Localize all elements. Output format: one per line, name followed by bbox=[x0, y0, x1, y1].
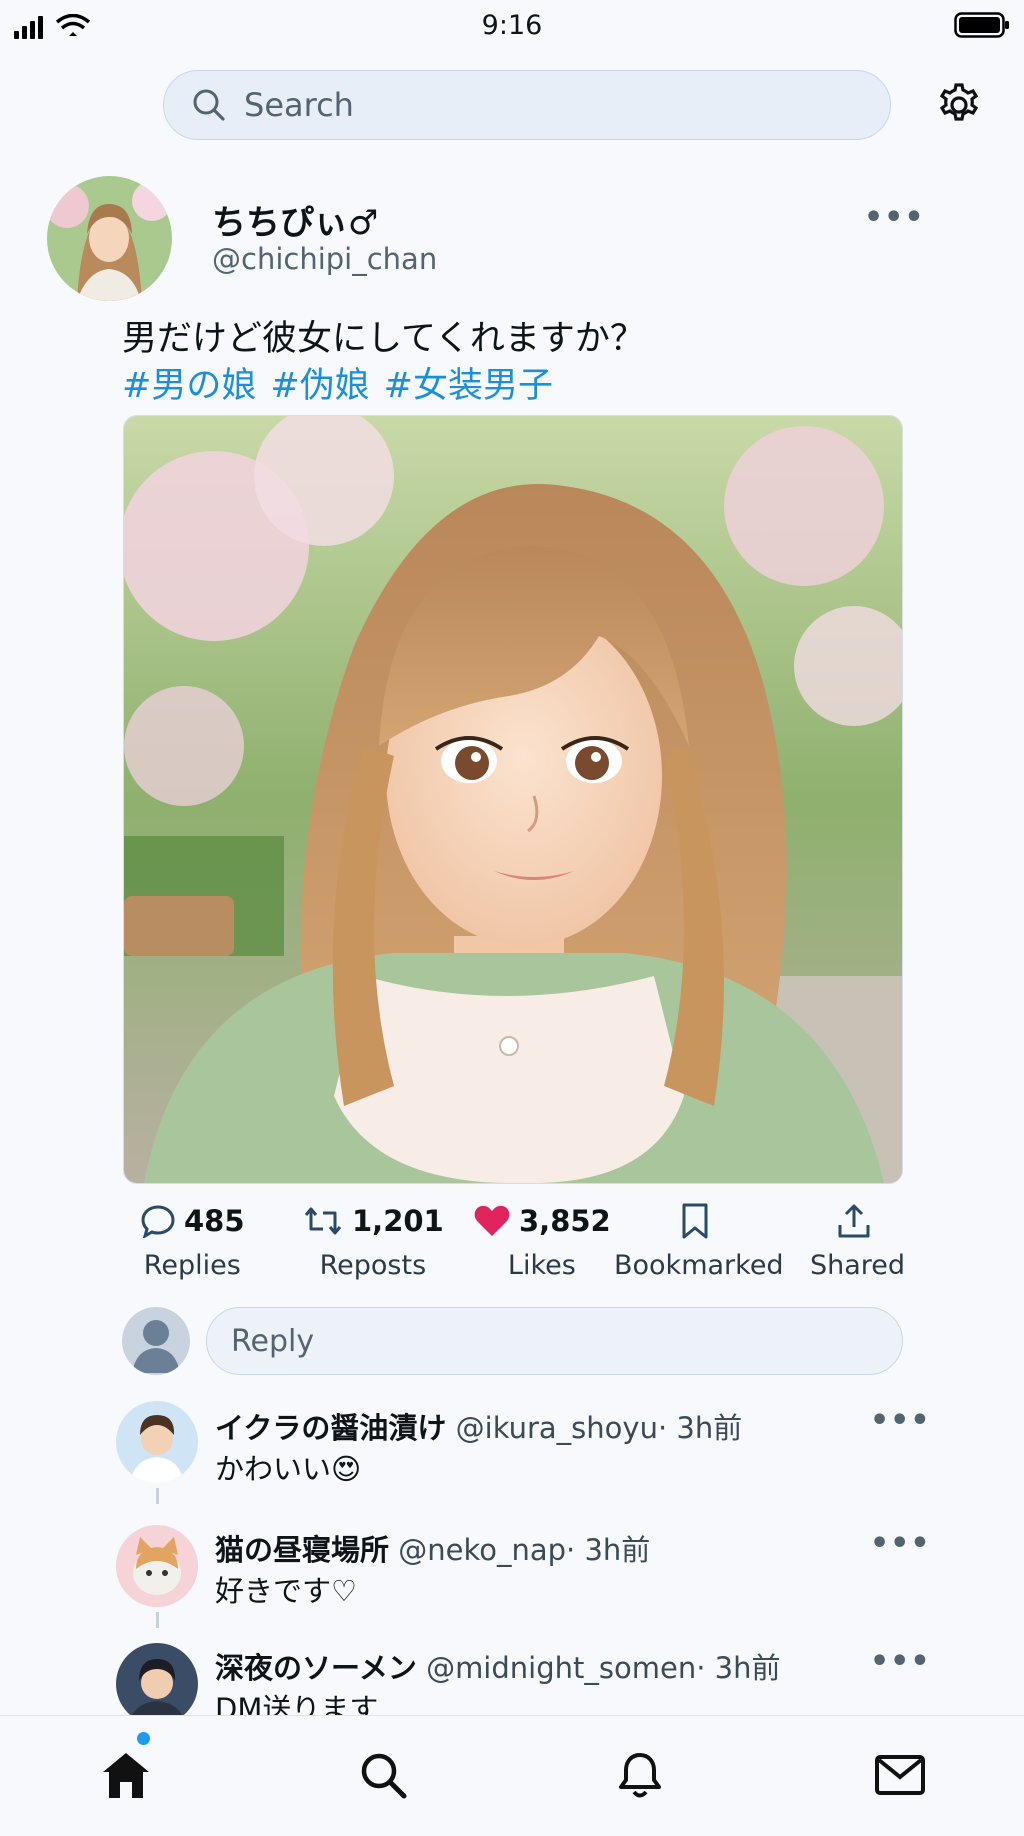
reply-input[interactable] bbox=[229, 1322, 873, 1360]
home-icon[interactable] bbox=[100, 1750, 152, 1800]
anime-portrait-image bbox=[124, 416, 902, 1183]
repost-label: Reposts bbox=[319, 1250, 427, 1281]
comment-handle[interactable]: @neko_nap bbox=[398, 1533, 566, 1567]
more-options-icon[interactable]: ••• bbox=[870, 1403, 931, 1438]
status-bar: 9:16 bbox=[0, 0, 1024, 52]
share-action[interactable]: Shared bbox=[810, 1198, 905, 1281]
hashtag-link[interactable]: #伪娘 bbox=[270, 366, 369, 406]
share-icon bbox=[838, 1204, 870, 1238]
thread-line bbox=[156, 1612, 159, 1628]
repost-icon bbox=[304, 1207, 342, 1235]
user-avatar-icon bbox=[132, 1320, 180, 1373]
comment-author[interactable]: 猫の昼寝場所 bbox=[215, 1533, 389, 1567]
reply-action[interactable]: 485 Replies bbox=[140, 1198, 245, 1281]
mail-icon[interactable] bbox=[874, 1750, 926, 1800]
reply-box[interactable] bbox=[206, 1307, 903, 1375]
reply-label: Replies bbox=[143, 1250, 241, 1281]
hashtag-link[interactable]: #男の娘 bbox=[122, 366, 256, 406]
bottom-navigation bbox=[0, 1715, 1024, 1836]
search-bar[interactable] bbox=[163, 70, 891, 140]
repost-action[interactable]: 1,201 Reposts bbox=[302, 1198, 444, 1281]
author-avatar[interactable] bbox=[47, 176, 172, 301]
hashtag-link[interactable]: #女装男子 bbox=[384, 366, 553, 406]
battery-icon bbox=[954, 12, 1009, 38]
notification-dot bbox=[137, 1732, 150, 1745]
post-image[interactable] bbox=[123, 415, 903, 1184]
author-name[interactable]: ちちぴぃ♂ bbox=[212, 195, 378, 244]
bookmark-action[interactable]: Bookmarked bbox=[614, 1198, 784, 1281]
bookmark-label: Bookmarked bbox=[614, 1250, 784, 1281]
share-label: Shared bbox=[810, 1250, 906, 1281]
comment-time: · 3h前 bbox=[696, 1651, 781, 1685]
comment-author[interactable]: 深夜のソーメン bbox=[215, 1651, 417, 1685]
author-handle[interactable]: @chichipi_chan bbox=[212, 242, 437, 276]
comment-text: 好きです♡ bbox=[215, 1574, 357, 1608]
comment-handle[interactable]: @midnight_somen bbox=[426, 1651, 696, 1685]
more-options-icon[interactable]: ••• bbox=[870, 1526, 931, 1561]
more-options-icon[interactable]: ••• bbox=[864, 200, 925, 235]
comment-handle[interactable]: @ikura_shoyu bbox=[456, 1411, 658, 1445]
thread-line bbox=[156, 1488, 159, 1504]
user-avatar[interactable] bbox=[122, 1307, 190, 1375]
more-options-icon[interactable]: ••• bbox=[870, 1644, 931, 1679]
search-input[interactable] bbox=[242, 85, 846, 125]
hashtag-list: #男の娘 #伪娘 #女装男子 bbox=[122, 357, 567, 408]
comment-time: · 3h前 bbox=[566, 1533, 651, 1567]
post-text: 男だけど彼女にしてくれますか？ bbox=[122, 319, 645, 359]
gear-icon[interactable] bbox=[936, 82, 982, 128]
comment-header: イクラの醤油漬け @ikura_shoyu· 3h前 bbox=[215, 1405, 742, 1447]
heart-icon bbox=[474, 1205, 510, 1236]
comment-avatar[interactable] bbox=[116, 1401, 198, 1483]
bookmark-icon bbox=[682, 1203, 708, 1239]
bell-icon[interactable] bbox=[615, 1750, 665, 1800]
comment-avatar[interactable] bbox=[116, 1525, 198, 1607]
comment-author[interactable]: イクラの醤油漬け bbox=[215, 1411, 446, 1445]
reply-icon bbox=[141, 1205, 175, 1238]
comment-header: 深夜のソーメン @midnight_somen· 3h前 bbox=[215, 1645, 780, 1687]
repost-count: 1,201 bbox=[352, 1204, 444, 1238]
search-icon[interactable] bbox=[358, 1750, 408, 1800]
like-count: 3,852 bbox=[519, 1204, 611, 1238]
like-action[interactable]: 3,852 Likes bbox=[473, 1198, 611, 1281]
comment-text: かわいい😍 bbox=[215, 1452, 362, 1486]
status-time: 9:16 bbox=[481, 10, 543, 41]
reply-count: 485 bbox=[184, 1204, 245, 1238]
like-label: Likes bbox=[507, 1250, 576, 1281]
comment-avatar[interactable] bbox=[116, 1643, 198, 1725]
search-icon bbox=[193, 89, 225, 121]
comment-time: · 3h前 bbox=[657, 1411, 743, 1445]
comment-header: 猫の昼寝場所 @neko_nap· 3h前 bbox=[215, 1527, 650, 1569]
